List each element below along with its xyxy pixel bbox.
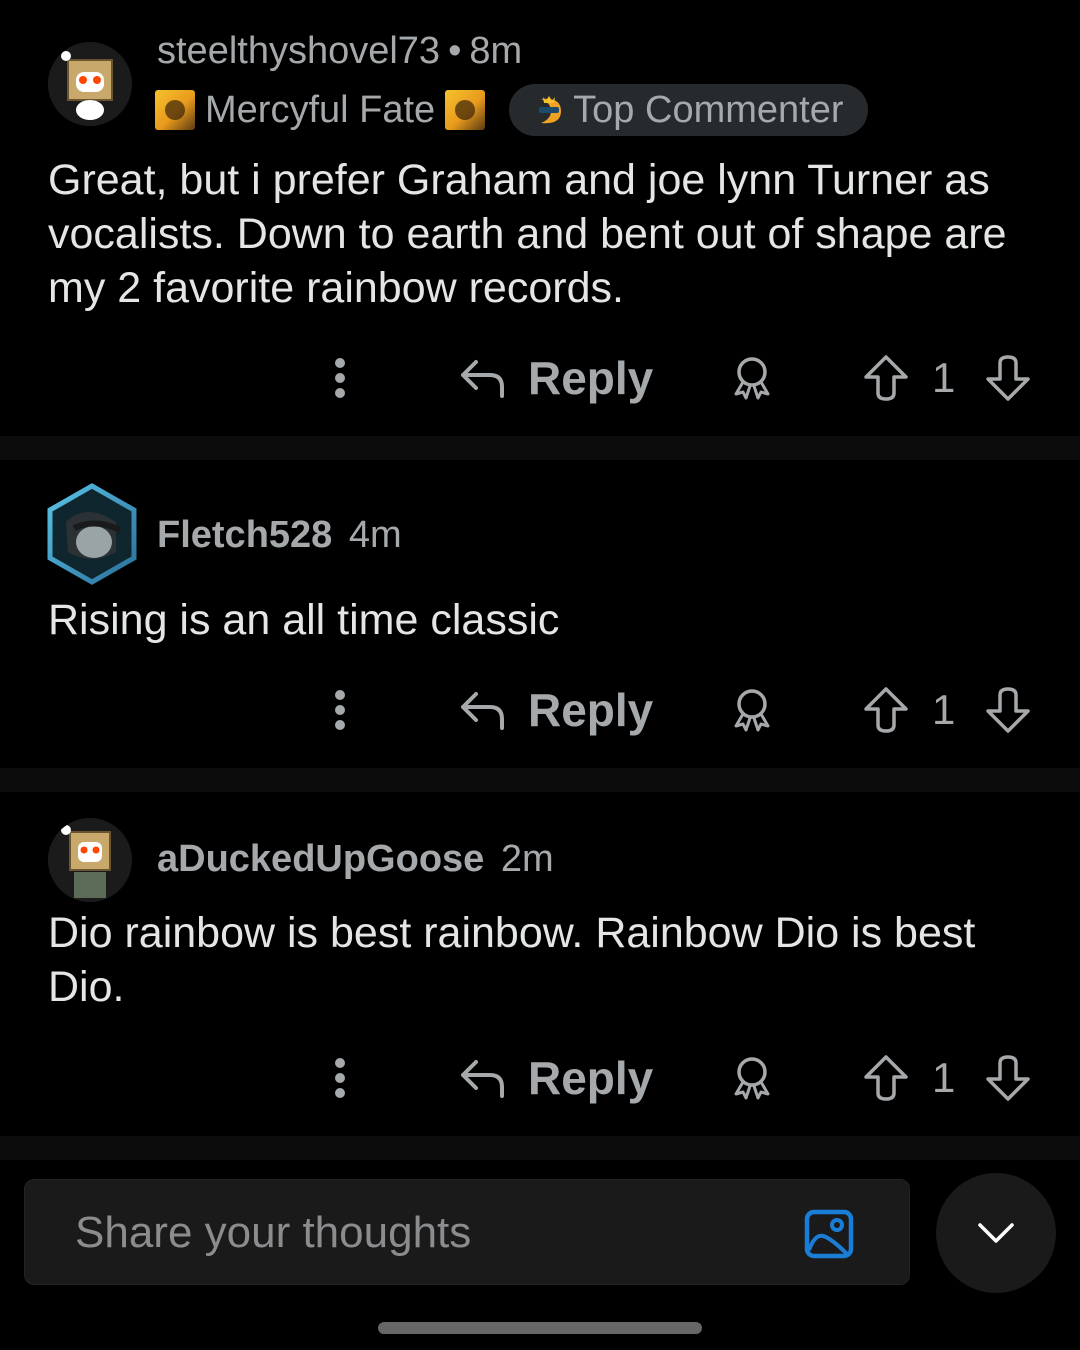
reply-arrow-icon (461, 692, 504, 730)
more-vertical-icon (335, 690, 345, 730)
avatar[interactable] (46, 482, 138, 586)
award-icon (734, 1057, 770, 1100)
avatar[interactable] (48, 818, 132, 902)
top-commenter-icon (539, 96, 562, 124)
flair-emoji-icon (445, 90, 486, 130)
vote-score: 1 (932, 354, 956, 401)
top-commenter-badge: Top Commenter (509, 84, 868, 136)
comment-divider (0, 768, 1080, 792)
comment: aDuckedUpGoose 2m Dio rainbow is best ra… (0, 792, 1080, 1136)
reply-arrow-icon (461, 1060, 504, 1098)
upvote-arrow-icon (864, 1055, 908, 1101)
reply-label: Reply (528, 352, 654, 404)
timestamp: 2m (500, 838, 554, 880)
reply-arrow-icon (461, 360, 504, 398)
chevron-down-icon (978, 1223, 1014, 1243)
reply-button[interactable]: Reply (458, 343, 653, 413)
comment-meta: aDuckedUpGoose 2m (157, 838, 554, 881)
timestamp: 8m (469, 30, 523, 72)
reply-button[interactable]: Reply (458, 675, 653, 745)
downvote-button[interactable] (984, 343, 1032, 413)
award-button[interactable] (728, 675, 776, 745)
more-options-button[interactable] (322, 343, 358, 413)
upvote-button[interactable] (862, 1043, 910, 1113)
reply-label: Reply (528, 684, 654, 736)
comment-input[interactable] (73, 1180, 777, 1286)
badge-label: Top Commenter (573, 88, 844, 131)
award-icon (734, 689, 770, 732)
more-options-button[interactable] (322, 1043, 358, 1113)
comment-divider (0, 1136, 1080, 1160)
comment-actions: Reply 1 (0, 675, 1080, 745)
username[interactable]: aDuckedUpGoose (157, 838, 484, 880)
upvote-button[interactable] (862, 675, 910, 745)
nft-hex-avatar-icon (47, 483, 137, 585)
username[interactable]: steelthyshovel73 (157, 30, 440, 72)
comment-body: Great, but i prefer Graham and joe lynn … (48, 156, 1007, 312)
add-image-button[interactable] (803, 1208, 855, 1260)
meta-separator: • (448, 30, 462, 72)
vote-score: 1 (932, 686, 956, 733)
comment-composer (24, 1179, 910, 1286)
comment-meta: steelthyshovel73 • 8m (157, 30, 522, 73)
upvote-arrow-icon (864, 687, 908, 733)
more-vertical-icon (335, 358, 345, 398)
more-vertical-icon (335, 1058, 345, 1098)
award-button[interactable] (728, 1043, 776, 1113)
image-icon (804, 1209, 854, 1259)
comment: Fletch528 4m Rising is an all time class… (0, 460, 1080, 768)
snoo-avatar-icon (48, 42, 132, 126)
downvote-arrow-icon (986, 687, 1030, 733)
timestamp: 4m (348, 514, 402, 556)
reply-label: Reply (528, 1052, 654, 1104)
comment: steelthyshovel73 • 8m Mercyful Fate Top Co… (0, 0, 1080, 436)
comment-actions: Reply 1 (0, 1043, 1080, 1113)
downvote-arrow-icon (986, 355, 1030, 401)
collapse-button[interactable] (936, 1173, 1056, 1293)
comment-body: Dio rainbow is best rainbow. Rainbow Dio… (48, 909, 976, 1011)
avatar[interactable] (48, 42, 132, 126)
username[interactable]: Fletch528 (157, 514, 332, 556)
comment-actions: Reply 1 (0, 343, 1080, 413)
downvote-button[interactable] (984, 1043, 1032, 1113)
award-button[interactable] (728, 343, 776, 413)
reply-button[interactable]: Reply (458, 1043, 653, 1113)
upvote-arrow-icon (864, 355, 908, 401)
user-flair: Mercyful Fate (205, 88, 436, 131)
home-indicator[interactable] (378, 1322, 702, 1334)
snoo-avatar-icon (48, 818, 132, 902)
flair-emoji-icon (155, 90, 195, 130)
downvote-arrow-icon (986, 1055, 1030, 1101)
downvote-button[interactable] (984, 675, 1032, 745)
comment-meta: Fletch528 4m (157, 514, 402, 557)
more-options-button[interactable] (322, 675, 358, 745)
user-flair-row: Mercyful Fate Top Commenter (155, 84, 868, 136)
award-icon (734, 357, 770, 400)
upvote-button[interactable] (862, 343, 910, 413)
comment-body: Rising is an all time classic (48, 596, 560, 644)
vote-score: 1 (932, 1054, 956, 1101)
comment-divider (0, 436, 1080, 460)
